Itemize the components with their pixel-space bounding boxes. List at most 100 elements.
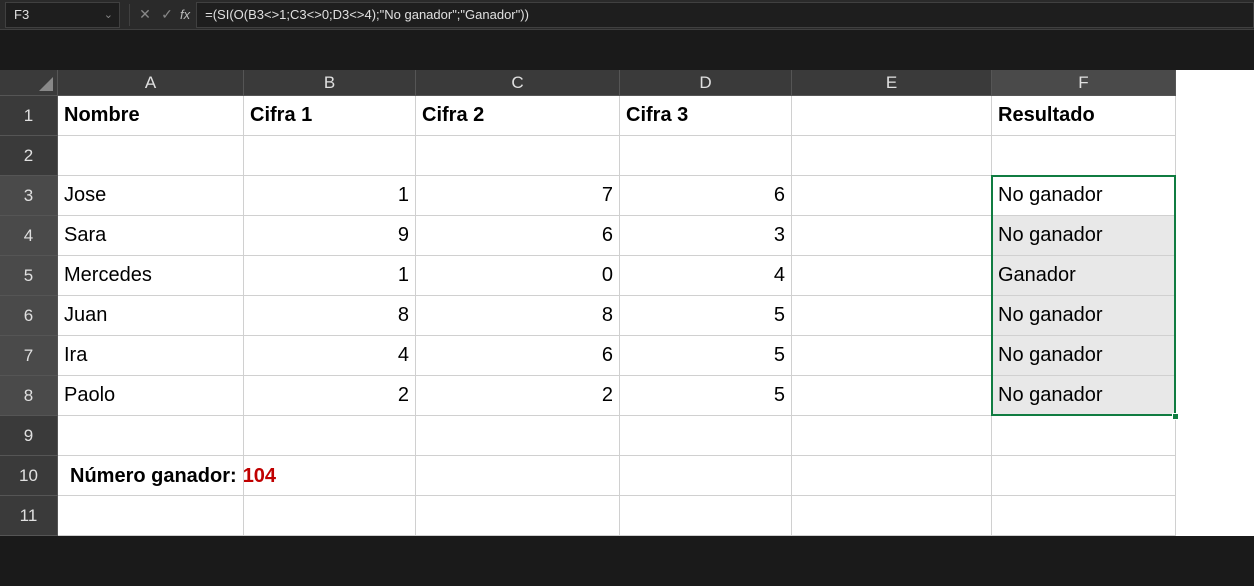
cell-F8[interactable]: No ganador xyxy=(992,376,1176,416)
cell-F1[interactable]: Resultado xyxy=(992,96,1176,136)
cell-E3[interactable] xyxy=(792,176,992,216)
col-header-E[interactable]: E xyxy=(792,70,992,96)
row-header-6[interactable]: 6 xyxy=(0,296,58,336)
cell-E7[interactable] xyxy=(792,336,992,376)
cell-A7[interactable]: Ira xyxy=(58,336,244,376)
row-4: 4 Sara 9 6 3 No ganador xyxy=(0,216,1254,256)
cell-E9[interactable] xyxy=(792,416,992,456)
cell-F7[interactable]: No ganador xyxy=(992,336,1176,376)
row-header-8[interactable]: 8 xyxy=(0,376,58,416)
row-header-11[interactable]: 11 xyxy=(0,496,58,536)
cell-F5[interactable]: Ganador xyxy=(992,256,1176,296)
row-2: 2 xyxy=(0,136,1254,176)
cell-C6[interactable]: 8 xyxy=(416,296,620,336)
cell-D4[interactable]: 3 xyxy=(620,216,792,256)
fx-icon[interactable]: fx xyxy=(180,7,190,22)
cell-F3[interactable]: No ganador xyxy=(992,176,1176,216)
cell-F10[interactable] xyxy=(992,456,1176,496)
cell-C8[interactable]: 2 xyxy=(416,376,620,416)
cell-C7[interactable]: 6 xyxy=(416,336,620,376)
row-header-3[interactable]: 3 xyxy=(0,176,58,216)
cell-B1[interactable]: Cifra 1 xyxy=(244,96,416,136)
fill-handle[interactable] xyxy=(1172,413,1179,420)
cell-F9[interactable] xyxy=(992,416,1176,456)
cell-F2[interactable] xyxy=(992,136,1176,176)
cell-D1[interactable]: Cifra 3 xyxy=(620,96,792,136)
cell-C1[interactable]: Cifra 2 xyxy=(416,96,620,136)
cell-D11[interactable] xyxy=(620,496,792,536)
col-header-C[interactable]: C xyxy=(416,70,620,96)
row-header-5[interactable]: 5 xyxy=(0,256,58,296)
cell-D3[interactable]: 6 xyxy=(620,176,792,216)
row-header-2[interactable]: 2 xyxy=(0,136,58,176)
cell-F4[interactable]: No ganador xyxy=(992,216,1176,256)
cell-E4[interactable] xyxy=(792,216,992,256)
cell-E5[interactable] xyxy=(792,256,992,296)
cell-B11[interactable] xyxy=(244,496,416,536)
row-6: 6 Juan 8 8 5 No ganador xyxy=(0,296,1254,336)
row-header-10[interactable]: 10 xyxy=(0,456,58,496)
cell-B6[interactable]: 8 xyxy=(244,296,416,336)
cell-B2[interactable] xyxy=(244,136,416,176)
cell-A3[interactable]: Jose xyxy=(58,176,244,216)
cell-C4[interactable]: 6 xyxy=(416,216,620,256)
col-header-A[interactable]: A xyxy=(58,70,244,96)
col-header-D[interactable]: D xyxy=(620,70,792,96)
cell-C11[interactable] xyxy=(416,496,620,536)
row-header-4[interactable]: 4 xyxy=(0,216,58,256)
chevron-down-icon[interactable]: ⌄ xyxy=(104,8,113,21)
cell-F6[interactable]: No ganador xyxy=(992,296,1176,336)
cell-A9[interactable] xyxy=(58,416,244,456)
cell-C5[interactable]: 0 xyxy=(416,256,620,296)
cell-E8[interactable] xyxy=(792,376,992,416)
cell-E11[interactable] xyxy=(792,496,992,536)
cell-A6[interactable]: Juan xyxy=(58,296,244,336)
row-header-1[interactable]: 1 xyxy=(0,96,58,136)
cell-D2[interactable] xyxy=(620,136,792,176)
cell-E2[interactable] xyxy=(792,136,992,176)
cell-D6[interactable]: 5 xyxy=(620,296,792,336)
cell-B8[interactable]: 2 xyxy=(244,376,416,416)
cell-B5[interactable]: 1 xyxy=(244,256,416,296)
row-11: 11 xyxy=(0,496,1254,536)
cell-C9[interactable] xyxy=(416,416,620,456)
select-all-corner[interactable] xyxy=(0,70,58,96)
cell-A4[interactable]: Sara xyxy=(58,216,244,256)
cell-C3[interactable]: 7 xyxy=(416,176,620,216)
cell-A8[interactable]: Paolo xyxy=(58,376,244,416)
col-header-B[interactable]: B xyxy=(244,70,416,96)
confirm-icon[interactable]: ✓ xyxy=(156,4,178,26)
name-box[interactable]: F3 ⌄ xyxy=(5,2,120,28)
divider xyxy=(129,4,130,26)
cell-D8[interactable]: 5 xyxy=(620,376,792,416)
row-5: 5 Mercedes 1 0 4 Ganador xyxy=(0,256,1254,296)
cell-E1[interactable] xyxy=(792,96,992,136)
cell-D7[interactable]: 5 xyxy=(620,336,792,376)
cell-C10[interactable] xyxy=(416,456,620,496)
cell-A1[interactable]: Nombre xyxy=(58,96,244,136)
cell-F11[interactable] xyxy=(992,496,1176,536)
col-header-F[interactable]: F xyxy=(992,70,1176,96)
formula-input[interactable]: =(SI(O(B3<>1;C3<>0;D3<>4);"No ganador";"… xyxy=(196,2,1254,28)
cell-B4[interactable]: 9 xyxy=(244,216,416,256)
row-1: 1 Nombre Cifra 1 Cifra 2 Cifra 3 Resulta… xyxy=(0,96,1254,136)
cell-B9[interactable] xyxy=(244,416,416,456)
cell-A2[interactable] xyxy=(58,136,244,176)
cell-E10[interactable] xyxy=(792,456,992,496)
cancel-icon[interactable]: ✕ xyxy=(134,4,156,26)
cell-E6[interactable] xyxy=(792,296,992,336)
cell-D10[interactable] xyxy=(620,456,792,496)
formula-text: =(SI(O(B3<>1;C3<>0;D3<>4);"No ganador";"… xyxy=(205,7,529,22)
ribbon-spacer xyxy=(0,30,1254,70)
cell-A11[interactable] xyxy=(58,496,244,536)
cell-A5[interactable]: Mercedes xyxy=(58,256,244,296)
cell-D9[interactable] xyxy=(620,416,792,456)
row-3: 3 Jose 1 7 6 No ganador xyxy=(0,176,1254,216)
row-header-7[interactable]: 7 xyxy=(0,336,58,376)
row-8: 8 Paolo 2 2 5 No ganador xyxy=(0,376,1254,416)
cell-D5[interactable]: 4 xyxy=(620,256,792,296)
row-header-9[interactable]: 9 xyxy=(0,416,58,456)
cell-B7[interactable]: 4 xyxy=(244,336,416,376)
cell-B3[interactable]: 1 xyxy=(244,176,416,216)
cell-C2[interactable] xyxy=(416,136,620,176)
